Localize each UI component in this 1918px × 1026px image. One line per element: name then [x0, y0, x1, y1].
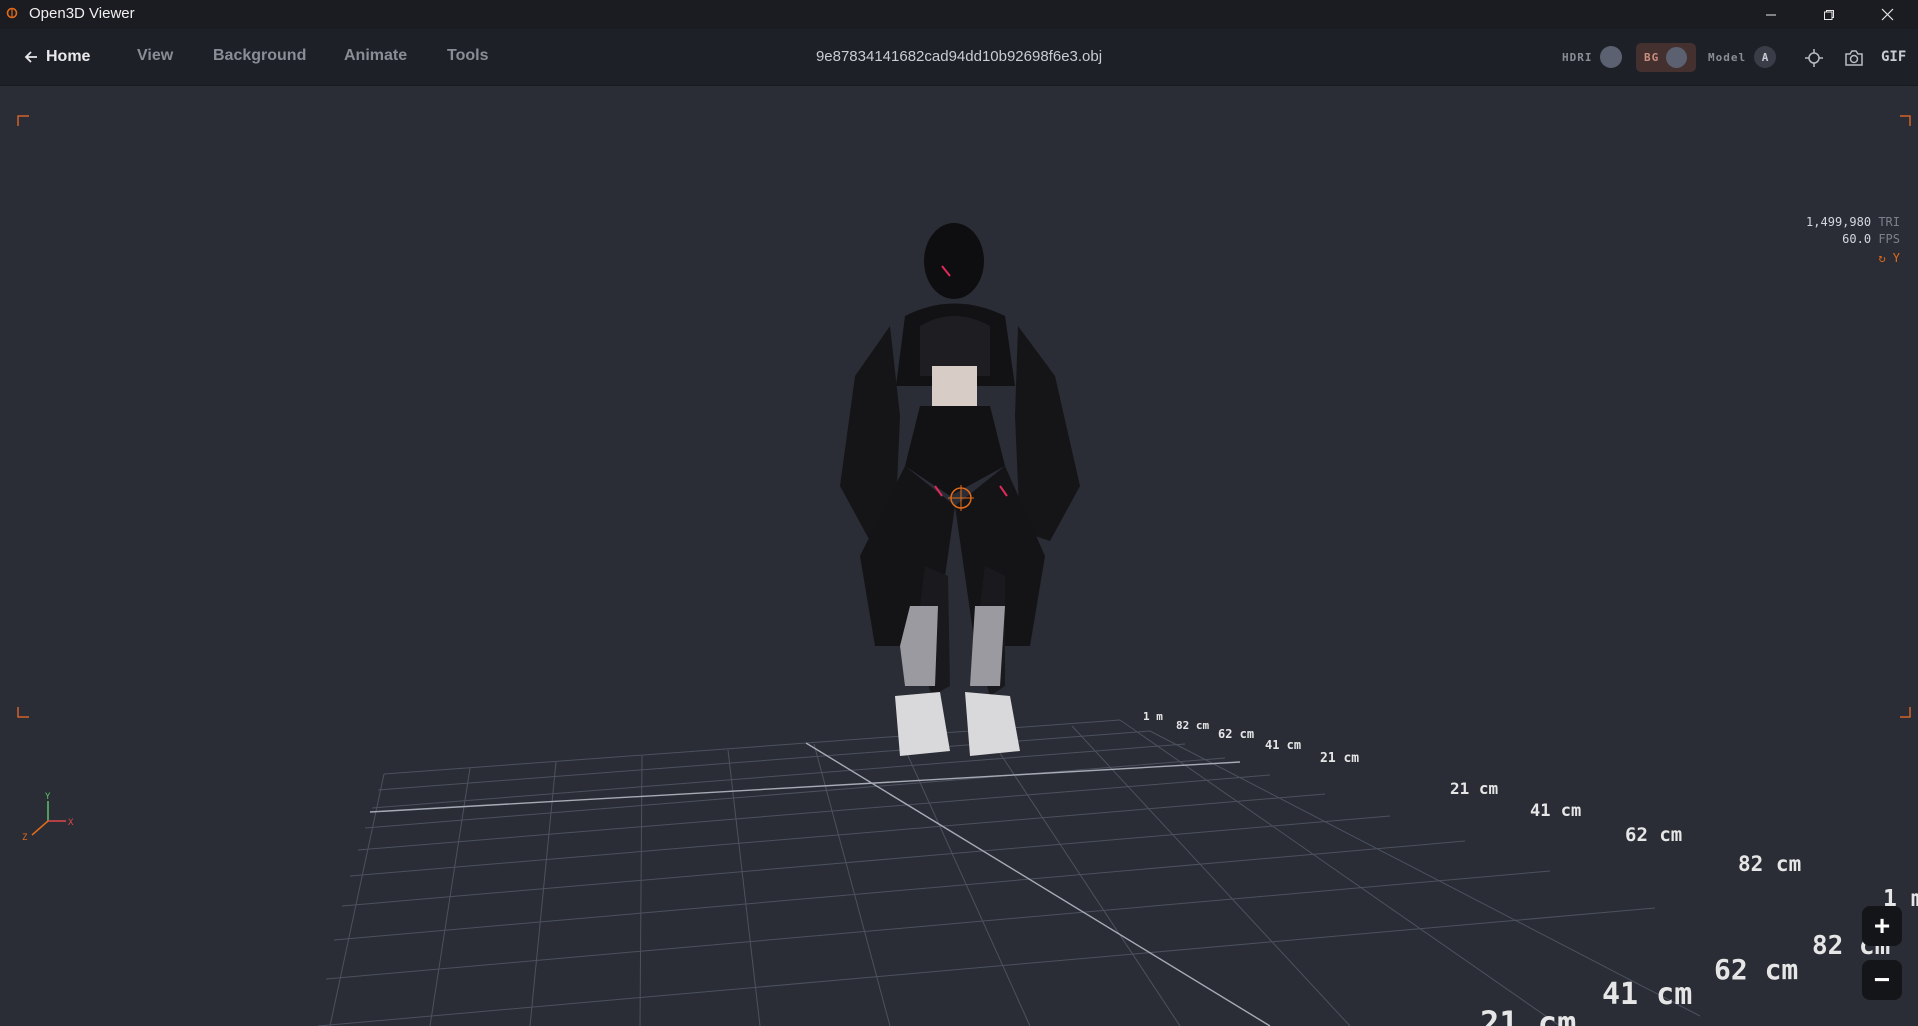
main-toolbar: Home View Background Animate Tools 9e878…: [0, 29, 1918, 86]
ruler-label: 21 cm: [1320, 751, 1359, 766]
window-title: Open3D Viewer: [29, 5, 135, 22]
bg-toggle-knob: [1666, 47, 1687, 68]
camera-icon: [1845, 50, 1863, 66]
ruler-back-labels: 1 m 82 cm 62 cm 41 cm 21 cm: [1143, 710, 1359, 766]
window-titlebar: Open3D Viewer: [0, 0, 1918, 29]
restore-icon: [1824, 9, 1834, 20]
fps-counter: 60.0 FPS: [1842, 232, 1900, 246]
gizmo-x-label: X: [68, 818, 74, 828]
close-icon: [1881, 8, 1893, 21]
home-label: Home: [46, 48, 91, 65]
ruler-label: 21 cm: [1450, 779, 1499, 798]
floor-grid: [317, 719, 1701, 1026]
ruler-label: 41 cm: [1530, 801, 1581, 821]
model-label: Model: [1708, 51, 1747, 64]
ruler-label: 62 cm: [1625, 824, 1682, 846]
hdri-toggle[interactable]: [1600, 46, 1622, 68]
ruler-label: 62 cm: [1218, 727, 1254, 741]
floor-grid-axes: [369, 742, 1271, 1026]
scene-canvas: 1 m 82 cm 62 cm 41 cm 21 cm 21 cm 41 cm …: [17, 115, 1918, 1026]
menu-tools[interactable]: Tools: [447, 47, 488, 65]
menu-animate[interactable]: Animate: [344, 47, 407, 65]
triangle-count: 1,499,980 TRI: [1806, 215, 1900, 229]
ruler-label: 41 cm: [1602, 977, 1692, 1012]
gizmo-y-label: Y: [45, 792, 51, 802]
focus-button[interactable]: [1803, 47, 1825, 69]
render-stats: 1,499,980 TRI 60.0 FPS ↻ Y: [1806, 214, 1900, 267]
home-button[interactable]: Home: [24, 45, 90, 69]
gif-button[interactable]: GIF: [1881, 49, 1906, 65]
ruler-label: 21 cm: [1480, 1004, 1576, 1026]
screenshot-button[interactable]: [1843, 47, 1865, 69]
ruler-label: 82 cm: [1738, 852, 1801, 876]
bg-label: BG: [1644, 51, 1660, 64]
ruler-right-labels: 21 cm 41 cm 62 cm 82 cm 1 m: [1450, 779, 1918, 912]
minimize-icon: [1766, 14, 1776, 15]
character-model: [840, 223, 1080, 756]
arrow-left-icon: [24, 51, 37, 63]
ruler-label: 41 cm: [1265, 738, 1301, 752]
bg-toggle[interactable]: BG: [1636, 43, 1696, 72]
axis-gizmo: Y X Z: [22, 792, 74, 843]
minimize-button[interactable]: [1748, 0, 1794, 29]
zoom-out-button[interactable]: −: [1862, 960, 1902, 1000]
ruler-label: 1 m: [1143, 710, 1163, 723]
menu-background[interactable]: Background: [213, 47, 306, 65]
3d-viewport[interactable]: 1 m 82 cm 62 cm 41 cm 21 cm 21 cm 41 cm …: [0, 86, 1918, 1026]
app-logo-icon: [6, 7, 18, 19]
close-button[interactable]: [1864, 0, 1910, 29]
restore-button[interactable]: [1806, 0, 1852, 29]
menu-view[interactable]: View: [137, 47, 173, 65]
ruler-label: 82 cm: [1176, 719, 1209, 732]
rotate-axis-indicator[interactable]: ↻ Y: [1806, 250, 1900, 267]
zoom-in-button[interactable]: +: [1862, 906, 1902, 946]
ruler-label: 62 cm: [1714, 953, 1798, 986]
focus-icon: [1805, 49, 1823, 67]
hdri-label: HDRI: [1562, 51, 1593, 64]
model-selector[interactable]: A: [1754, 46, 1776, 68]
ruler-front-labels: 82 cm 62 cm 41 cm 21 cm: [1480, 931, 1890, 1026]
gizmo-z-label: Z: [22, 833, 28, 843]
